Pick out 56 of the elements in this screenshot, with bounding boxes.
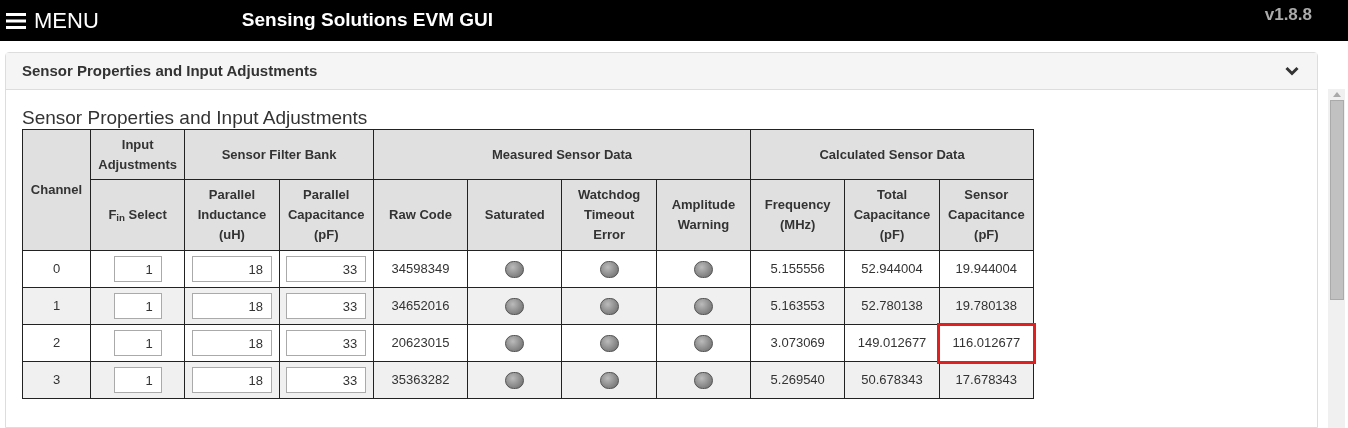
table-cell: 5.269540 — [750, 361, 845, 399]
table-cell: 34598349 — [373, 250, 468, 288]
panel-title: Sensor Properties and Input Adjustments — [22, 60, 318, 81]
version-label: v1.8.8 — [1264, 3, 1312, 26]
number-field[interactable]: 33 — [286, 256, 367, 282]
menu-icon — [6, 12, 26, 29]
table-cell: 52.944004 — [844, 250, 940, 288]
column-header: Raw Code — [373, 179, 468, 251]
number-field[interactable]: 1 — [113, 293, 162, 319]
number-field[interactable]: 1 — [113, 330, 162, 356]
channel-cell: 1 — [22, 287, 91, 325]
group-header: Calculated Sensor Data — [750, 129, 1034, 180]
column-header: Parallel Inductance (uH) — [184, 179, 280, 251]
column-header: F$_{in}$ Select — [90, 179, 185, 251]
table-cell: 50.678343 — [844, 361, 940, 399]
chevron-icon — [1285, 66, 1299, 76]
panel-header[interactable]: Sensor Properties and Input Adjustments — [6, 53, 1317, 90]
column-header: Sensor Capacitance (pF) — [939, 179, 1034, 251]
number-field[interactable]: 1 — [113, 367, 162, 393]
number-field[interactable]: 18 — [191, 293, 272, 319]
column-header: Frequency (MHz) — [750, 179, 845, 251]
column-header: Parallel Capacitance (pF) — [279, 179, 374, 251]
column-header: Amplitude Warning — [656, 179, 751, 251]
table-cell: 34652016 — [373, 287, 468, 325]
table-cell: 20623015 — [373, 324, 468, 362]
column-header: Channel — [22, 129, 91, 251]
channel-cell: 3 — [22, 361, 91, 399]
table-cell: 19.944004 — [939, 250, 1034, 288]
number-field[interactable]: 1 — [113, 256, 162, 282]
table-cell: 17.678343 — [939, 361, 1034, 399]
number-field[interactable]: 33 — [286, 330, 367, 356]
channel-cell: 2 — [22, 324, 91, 362]
number-field[interactable]: 33 — [286, 367, 367, 393]
number-field[interactable]: 33 — [286, 293, 367, 319]
table-cell: 5.163553 — [750, 287, 845, 325]
column-header: Total Capacitance (pF) — [844, 179, 940, 251]
column-header: Saturated — [467, 179, 562, 251]
scrollbar-thumb[interactable] — [1329, 100, 1344, 300]
table-cell: 35363282 — [373, 361, 468, 399]
number-field[interactable]: 18 — [191, 256, 272, 282]
table-cell: 5.155556 — [750, 250, 845, 288]
table-cell: 52.780138 — [844, 287, 940, 325]
channel-cell: 0 — [22, 250, 91, 288]
group-header: Input Adjustments — [90, 129, 185, 180]
scrollbar[interactable] — [1328, 89, 1345, 428]
menu-button[interactable]: MENU — [6, 9, 99, 32]
number-field[interactable]: 18 — [191, 367, 272, 393]
column-header: Watchdog Timeout Error — [562, 179, 657, 251]
number-field[interactable]: 18 — [191, 330, 272, 356]
app-title: Sensing Solutions EVM GUI — [241, 8, 494, 33]
section-heading: Sensor Properties and Input Adjustments — [22, 108, 369, 127]
table-cell: 116.012677 — [939, 324, 1034, 362]
scroll-up-icon — [1332, 92, 1341, 97]
table-cell: 3.073069 — [750, 324, 845, 362]
group-header: Measured Sensor Data — [373, 129, 751, 180]
group-header: Sensor Filter Bank — [184, 129, 374, 180]
